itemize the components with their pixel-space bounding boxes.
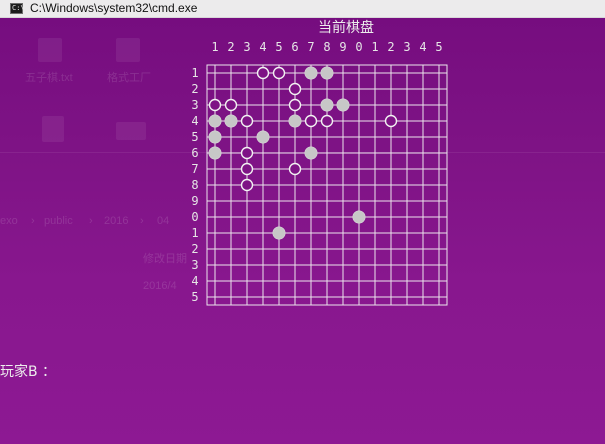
hollow-stone	[240, 114, 254, 128]
title-bar[interactable]: C:\ C:\Windows\system32\cmd.exe	[0, 0, 605, 18]
hollow-stone	[288, 98, 302, 112]
filled-stone	[304, 146, 318, 160]
hollow-stone	[256, 66, 270, 80]
hollow-stone	[288, 162, 302, 176]
filled-stone	[352, 210, 366, 224]
hollow-stone	[272, 66, 286, 80]
cmd-console-icon[interactable]: C:\	[10, 3, 25, 14]
console-window: C:\ C:\Windows\system32\cmd.exe 五子棋.txt …	[0, 0, 605, 444]
filled-stone	[224, 114, 238, 128]
filled-stone	[288, 114, 302, 128]
filled-stone	[304, 66, 318, 80]
window-title: C:\Windows\system32\cmd.exe	[30, 1, 198, 15]
hollow-stone	[304, 114, 318, 128]
hollow-stone	[320, 114, 334, 128]
hollow-stone	[240, 178, 254, 192]
filled-stone	[320, 66, 334, 80]
filled-stone	[208, 130, 222, 144]
hollow-stone	[208, 98, 222, 112]
filled-stone	[320, 98, 334, 112]
gomoku-board	[206, 64, 448, 306]
filled-stone	[272, 226, 286, 240]
filled-stone	[208, 114, 222, 128]
hollow-stone	[384, 114, 398, 128]
filled-stone	[208, 146, 222, 160]
console-area[interactable]: 五子棋.txt 格式工厂 exo › public › 2016 › 04 修改…	[0, 18, 605, 444]
hollow-stone	[240, 162, 254, 176]
hollow-stone	[224, 98, 238, 112]
hollow-stone	[288, 82, 302, 96]
filled-stone	[256, 130, 270, 144]
player-prompt[interactable]: 玩家B ：	[0, 363, 56, 381]
filled-stone	[336, 98, 350, 112]
hollow-stone	[240, 146, 254, 160]
